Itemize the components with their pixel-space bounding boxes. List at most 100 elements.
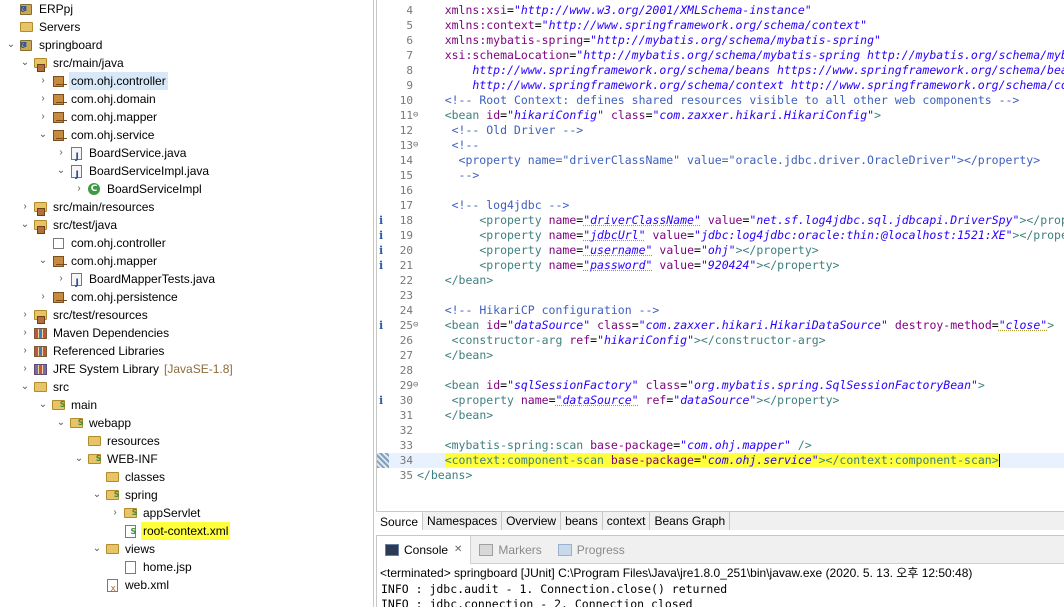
code-line[interactable]: 17 <!-- log4jdbc --> [377,198,1064,213]
tree-item[interactable]: com.ohj.controller [36,234,168,252]
xml-editor[interactable]: 4 xmlns:xsi="http://www.w3.org/2001/XMLS… [376,0,1064,530]
tree-item[interactable]: ⌄ main [36,396,99,414]
tree-item[interactable]: › Referenced Libraries [18,342,166,360]
tree-item[interactable]: › src/main/resources [18,198,156,216]
chevron-down-icon[interactable]: ⌄ [90,486,104,504]
chevron-right-icon[interactable]: › [36,108,50,126]
chevron-right-icon[interactable]: › [72,180,86,198]
code-line[interactable]: 33 <mybatis-spring:scan base-package="co… [377,438,1064,453]
tab-progress[interactable]: Progress [550,536,633,564]
chevron-right-icon[interactable]: › [36,90,50,108]
tree-item[interactable]: ⌄ spring [90,486,160,504]
tree-item[interactable]: › BoardMapperTests.java [54,270,217,292]
code-line[interactable]: 12 <!-- Old Driver --> [377,123,1064,138]
code-line[interactable]: 24 <!-- HikariCP configuration --> [377,303,1064,318]
chevron-down-icon[interactable]: ⌄ [4,36,18,54]
code-line[interactable]: i 30 <property name="dataSource" ref="dat… [377,393,1064,408]
code-line[interactable]: i 18 <property name="driverClassName" val… [377,213,1064,228]
info-marker-icon[interactable]: i [379,228,383,243]
chevron-right-icon[interactable]: › [36,72,50,90]
info-marker-icon[interactable]: i [379,213,383,228]
chevron-right-icon[interactable]: › [18,342,32,360]
chevron-down-icon[interactable]: ⌄ [36,396,50,414]
code-line[interactable]: 15 --> [377,168,1064,183]
code-line[interactable]: 26 <constructor-arg ref="hikariConfig"><… [377,333,1064,348]
code-line[interactable]: i 19 <property name="jdbcUrl" value="jdbc… [377,228,1064,243]
chevron-right-icon[interactable]: › [54,144,68,162]
tree-item[interactable]: root-context.xml [108,522,231,541]
code-line[interactable]: 27 </bean> [377,348,1064,363]
tab-markers[interactable]: Markers [471,536,549,564]
code-line[interactable]: 6 xmlns:mybatis-spring="http://mybatis.o… [377,33,1064,48]
tree-item[interactable]: ⌄ WEB-INF [72,450,160,468]
tab-console[interactable]: Console ✕ [377,535,472,564]
tab-beans[interactable]: beans [561,512,603,530]
tab-overview[interactable]: Overview [502,512,562,530]
chevron-down-icon[interactable]: ⌄ [72,450,86,468]
tree-item[interactable]: ⌄ src/test/java [18,216,119,234]
code-line[interactable]: 32 [377,423,1064,438]
tree-item[interactable]: ⌄ src/main/java [18,54,126,72]
tree-item[interactable]: › BoardService.java [54,144,188,166]
code-line[interactable]: 29 ⊖ <bean id="sqlSessionFactory" class="… [377,378,1064,393]
code-line[interactable]: 10 <!-- Root Context: defines shared res… [377,93,1064,108]
code-line[interactable]: 13 ⊖ <!-- [377,138,1064,153]
chevron-down-icon[interactable]: ⌄ [54,414,68,432]
tree-item[interactable]: › Maven Dependencies [18,324,171,342]
tab-context[interactable]: context [603,512,651,530]
info-marker-icon[interactable]: i [379,318,383,333]
chevron-down-icon[interactable]: ⌄ [36,252,50,270]
chevron-down-icon[interactable]: ⌄ [18,216,32,234]
tree-item[interactable]: resources [72,432,162,450]
tree-item[interactable]: › C BoardServiceImpl [72,180,204,198]
tab-source[interactable]: Source [376,512,424,530]
code-line[interactable]: 7 xsi:schemaLocation="http://mybatis.org… [377,48,1064,63]
chevron-down-icon[interactable]: ⌄ [54,162,68,180]
code-line[interactable]: i 21 <property name="password" value="920… [377,258,1064,273]
code-line[interactable]: 28 [377,363,1064,378]
tree-item[interactable]: › com.ohj.domain [36,90,158,108]
code-line[interactable]: 31 </bean> [377,408,1064,423]
tree-item[interactable]: › com.ohj.persistence [36,288,180,306]
tree-item[interactable]: › com.ohj.controller [36,72,168,90]
code-line[interactable]: 11 ⊖ <bean id="hikariConfig" class="com.z… [377,108,1064,123]
close-icon[interactable]: ✕ [454,544,462,555]
code-line[interactable]: 23 [377,288,1064,303]
tree-item[interactable]: ⌄ BoardServiceImpl.java [54,162,211,184]
code-line[interactable]: 9 http://www.springframework.org/schema/… [377,78,1064,93]
tree-item[interactable]: ⌄ src [18,378,71,396]
chevron-right-icon[interactable]: › [54,270,68,288]
tree-item[interactable]: ⌄ views [90,540,157,558]
chevron-right-icon[interactable]: › [108,504,122,522]
code-line[interactable]: i 25 ⊖ <bean id="dataSource" class="com.za… [377,318,1064,333]
code-line[interactable]: 8 http://www.springframework.org/schema/… [377,63,1064,78]
code-line[interactable]: 35 </beans> [377,468,1064,483]
code-line[interactable]: 22 </bean> [377,273,1064,288]
code-line[interactable]: 34 <context:component-scan base-package=… [377,453,1064,468]
tree-item[interactable]: classes [90,468,167,486]
tree-item[interactable]: › JRE System Library [JavaSE-1.8] [18,360,232,378]
tree-item[interactable]: ⌄ com.ohj.mapper [36,252,159,270]
code-line[interactable]: 4 xmlns:xsi="http://www.w3.org/2001/XMLS… [377,3,1064,18]
tree-item[interactable]: web.xml [90,576,171,598]
tab-namespaces[interactable]: Namespaces [423,512,503,530]
tree-item[interactable]: ERPpj [4,0,75,19]
info-marker-icon[interactable]: i [379,393,383,408]
info-marker-icon[interactable]: i [379,243,383,258]
tree-item[interactable]: ⌄ springboard [4,36,104,55]
code-line[interactable]: 16 [377,183,1064,198]
tree-item[interactable]: › com.ohj.mapper [36,108,159,126]
chevron-down-icon[interactable]: ⌄ [18,54,32,72]
info-marker-icon[interactable]: i [379,258,383,273]
tree-item[interactable]: Servers [4,18,82,36]
tree-item[interactable]: › appServlet [108,504,202,522]
tree-item[interactable]: home.jsp [108,558,194,576]
tab-beans-graph[interactable]: Beans Graph [650,512,731,530]
chevron-down-icon[interactable]: ⌄ [90,540,104,558]
code-line[interactable]: 14 <property name="driverClassName" valu… [377,153,1064,168]
chevron-right-icon[interactable]: › [18,306,32,324]
code-line[interactable]: 5 xmlns:context="http://www.springframew… [377,18,1064,33]
chevron-right-icon[interactable]: › [18,360,32,378]
chevron-right-icon[interactable]: › [36,288,50,306]
chevron-down-icon[interactable]: ⌄ [36,126,50,144]
